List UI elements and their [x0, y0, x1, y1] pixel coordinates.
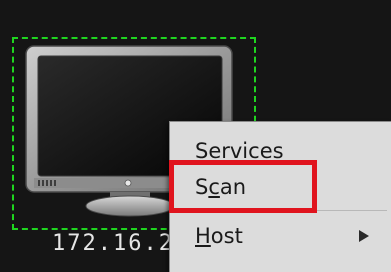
- network-map-canvas[interactable]: 172.16.2 Services Scan Host: [0, 0, 391, 272]
- host-ip-label: 172.16.2: [52, 231, 174, 256]
- menu-item-host[interactable]: Host: [170, 219, 391, 253]
- highlight-box: [169, 160, 317, 213]
- mnemonic-h: H: [195, 224, 211, 248]
- chevron-right-icon: [359, 230, 369, 242]
- menu-item-host-label: Host: [195, 224, 243, 248]
